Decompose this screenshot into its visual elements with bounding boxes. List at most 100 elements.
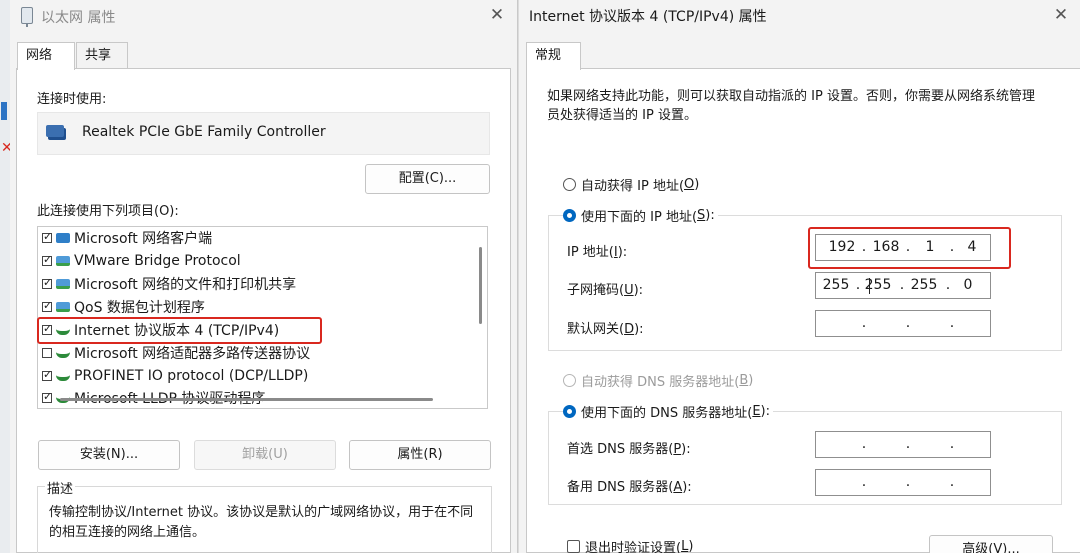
preferred-dns-field[interactable]: . . . [815,431,991,458]
components-list[interactable]: Microsoft 网络客户端 VMware Bridge Protocol M… [37,226,488,409]
tab-sharing[interactable]: 共享 [76,42,128,69]
octet: 255 [864,277,892,293]
manual-dns-radio[interactable]: 使用下面的 DNS 服务器地址(E): [563,402,773,421]
network-protocol-icon [56,375,70,381]
intro-text: 如果网络支持此功能，则可以获取自动指派的 IP 设置。否则，你需要从网络系统管理… [547,89,1035,123]
radio-indicator [563,374,576,387]
octet: 192 [828,239,856,255]
octet: 1 [925,239,935,255]
network-service-icon [56,256,70,266]
close-icon[interactable]: ✕ [485,4,509,26]
ip-address-label: IP 地址(I): [567,245,628,260]
gateway-label: 默认网关(D): [567,322,644,337]
subnet-mask-field[interactable]: 255 . 255 . 255 . 0 [815,272,991,299]
list-item[interactable]: VMware Bridge Protocol [42,250,241,272]
access-key: L [681,539,689,553]
list-item-label: QoS 数据包计划程序 [74,300,205,316]
background-window-strip [0,0,10,553]
network-protocol-icon [56,352,70,358]
radio-indicator [563,178,576,191]
manual-ip-radio[interactable]: 使用下面的 IP 地址(S): [563,206,718,225]
network-card-icon [46,125,64,137]
horizontal-scrollbar[interactable] [60,398,433,401]
ipv4-properties-dialog: Internet 协议版本 4 (TCP/IPv4) 属性 ✕ 常规 如果网络支… [519,0,1080,553]
connect-using-label: 连接时使用: [37,92,107,107]
ethernet-properties-dialog: 以太网 属性 ✕ 网络 共享 连接时使用: Realtek PCIe GbE F… [10,0,518,553]
list-item-label: Microsoft 网络的文件和打印机共享 [74,277,297,293]
subnet-mask-label: 子网掩码(U): [567,283,644,298]
description-group: 描述 传输控制协议/Internet 协议。该协议是默认的广域网络协议，用于在不… [37,478,492,553]
radio-label: 自动获得 DNS 服务器地址( [581,375,740,390]
text-caret [869,278,870,294]
checkbox-label-suffix: ) [688,539,694,553]
list-item-selected[interactable]: Internet 协议版本 4 (TCP/IPv4) [42,319,279,341]
title-bar: Internet 协议版本 4 (TCP/IPv4) 属性 ✕ [519,0,1080,32]
advanced-button[interactable]: 高级(V)... [929,535,1053,553]
checkbox[interactable] [42,230,52,243]
list-item-label: PROFINET IO protocol (DCP/LLDP) [74,368,309,384]
validate-on-exit-checkbox[interactable]: 退出时验证设置(L) [567,537,693,553]
radio-label-suffix: ) [694,177,700,192]
gateway-field[interactable]: . . . [815,310,991,337]
properties-button[interactable]: 属性(R) [349,440,491,470]
checkbox[interactable] [42,253,52,266]
radio-label-suffix: ): [760,404,770,419]
description-text: 传输控制协议/Internet 协议。该协议是默认的广域网络协议，用于在不同的相… [49,505,474,540]
radio-label: 使用下面的 DNS 服务器地址( [581,406,753,421]
tab-general[interactable]: 常规 [526,42,581,70]
list-item[interactable]: Microsoft 网络的文件和打印机共享 [42,273,296,295]
auto-dns-radio[interactable]: 自动获得 DNS 服务器地址(B) [563,371,753,390]
octet: 255 [822,277,850,293]
checkbox[interactable] [42,322,52,335]
octet: 255 [910,277,938,293]
ip-address-field[interactable]: 192 . 168 . 1 . 4 [815,234,991,261]
checkbox[interactable] [567,540,580,553]
preferred-dns-label: 首选 DNS 服务器(P): [567,442,691,457]
access-key: E [752,404,761,419]
network-adapter-icon [21,7,33,27]
install-button[interactable]: 安装(N)... [38,440,180,470]
adapter-name: Realtek PCIe GbE Family Controller [82,124,326,140]
octet: 0 [963,277,973,293]
close-icon[interactable]: ✕ [1049,4,1073,26]
octet: 4 [967,239,977,255]
dialog-title: 以太网 属性 [41,10,116,26]
network-service-icon [56,279,70,289]
list-item-label: Internet 协议版本 4 (TCP/IPv4) [74,323,280,339]
checkbox[interactable] [42,276,52,289]
alternate-dns-label: 备用 DNS 服务器(A): [567,480,692,495]
radio-label-suffix: ): [705,208,715,223]
auto-ip-radio[interactable]: 自动获得 IP 地址(O) [563,175,699,194]
items-label: 此连接使用下列项目(O): [37,204,179,219]
checkbox-label: 退出时验证设置( [585,541,682,553]
octet: 168 [872,239,900,255]
adapter-box: Realtek PCIe GbE Family Controller [37,112,490,155]
radio-label: 使用下面的 IP 地址( [581,210,698,225]
list-item-label: VMware Bridge Protocol [74,253,241,269]
list-item[interactable]: PROFINET IO protocol (DCP/LLDP) [42,365,308,387]
checkbox[interactable] [42,299,52,312]
access-key: B [739,373,749,388]
checkbox[interactable] [42,348,52,358]
list-item-label: Microsoft 网络客户端 [74,231,213,247]
networking-panel: 连接时使用: Realtek PCIe GbE Family Controlle… [16,68,511,553]
uninstall-button[interactable]: 卸载(U) [194,440,336,470]
list-item[interactable]: Microsoft 网络客户端 [42,227,212,249]
tab-networking[interactable]: 网络 [17,42,75,70]
general-panel: 如果网络支持此功能，则可以获取自动指派的 IP 设置。否则，你需要从网络系统管理… [526,68,1080,553]
checkbox[interactable] [42,390,52,403]
radio-label-suffix: ) [748,373,754,388]
network-service-icon [56,302,70,312]
checkbox[interactable] [42,368,52,381]
network-protocol-icon [56,329,70,335]
title-bar: 以太网 属性 ✕ [10,0,517,32]
alternate-dns-field[interactable]: . . . [815,469,991,496]
dialog-title: Internet 协议版本 4 (TCP/IPv4) 属性 [529,9,767,25]
background-window-icon [1,102,7,120]
list-item[interactable]: Microsoft 网络适配器多路传送器协议 [42,342,310,364]
vertical-scrollbar[interactable] [479,247,482,324]
list-item[interactable]: QoS 数据包计划程序 [42,296,205,318]
configure-button[interactable]: 配置(C)... [365,164,490,194]
access-key: O [684,177,695,192]
radio-label: 自动获得 IP 地址( [581,179,685,194]
